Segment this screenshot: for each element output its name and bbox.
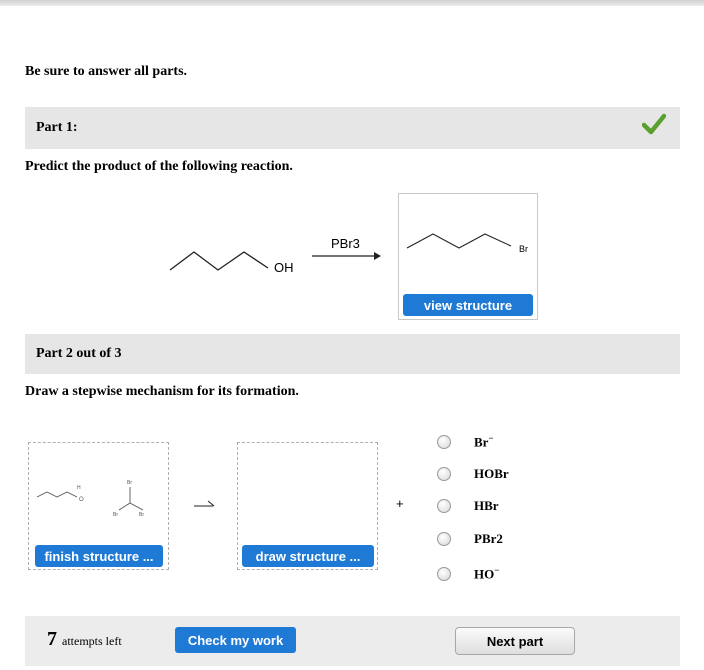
svg-text:Br: Br bbox=[139, 512, 144, 518]
option-hydroxide[interactable]: HO− bbox=[437, 565, 499, 582]
option-pbr2[interactable]: PBr2 bbox=[437, 531, 503, 546]
attempts-text: attempts left bbox=[62, 634, 122, 648]
reagent-label: PBr3 bbox=[331, 236, 360, 251]
checkmark-icon bbox=[642, 113, 666, 135]
view-structure-button[interactable]: view structure bbox=[403, 294, 533, 316]
svg-text:H: H bbox=[77, 485, 81, 491]
plus-sign: + bbox=[396, 496, 404, 511]
part1-label: Part 1: bbox=[36, 120, 78, 135]
top-bar bbox=[0, 0, 704, 6]
option-hbr[interactable]: HBr bbox=[437, 498, 499, 513]
sketch-br-label: Br bbox=[127, 480, 132, 486]
option-pbr2-label: PBr2 bbox=[474, 531, 503, 546]
part2-question: Draw a stepwise mechanism for its format… bbox=[25, 384, 299, 399]
radio-pbr2[interactable] bbox=[437, 532, 451, 546]
reactant-structure bbox=[169, 251, 269, 271]
product-box: Br view structure bbox=[398, 193, 538, 320]
instruction-text: Be sure to answer all parts. bbox=[25, 64, 188, 79]
hydroxyl-label: OH bbox=[274, 260, 294, 275]
option-hobr[interactable]: HOBr bbox=[437, 466, 509, 481]
radio-bromide[interactable] bbox=[437, 435, 451, 449]
footer-bar: 7 attempts left Check my work Next part bbox=[25, 616, 680, 666]
product-structure bbox=[406, 233, 512, 249]
part2-label: Part 2 out of 3 bbox=[36, 346, 122, 361]
svg-text:Br: Br bbox=[113, 512, 118, 518]
option-hobr-label: HOBr bbox=[474, 466, 509, 481]
finish-structure-button[interactable]: finish structure ... bbox=[35, 545, 163, 567]
attempts-counter: 7 attempts left bbox=[47, 628, 122, 651]
mechanism-sketch: O H Br Br Br bbox=[36, 480, 144, 518]
part1-question: Predict the product of the following rea… bbox=[25, 159, 293, 174]
next-part-button[interactable]: Next part bbox=[455, 627, 575, 655]
radio-hydroxide[interactable] bbox=[437, 567, 451, 581]
part1-header: Part 1: bbox=[25, 107, 680, 149]
reaction-arrow-icon bbox=[312, 252, 381, 260]
check-my-work-button[interactable]: Check my work bbox=[175, 627, 296, 653]
radio-hobr[interactable] bbox=[437, 467, 451, 481]
finish-structure-area[interactable]: O H Br Br Br finish structure ... bbox=[28, 442, 169, 570]
svg-text:O: O bbox=[79, 497, 84, 503]
part2-header: Part 2 out of 3 bbox=[25, 334, 680, 374]
option-hbr-label: HBr bbox=[474, 498, 499, 513]
radio-hbr[interactable] bbox=[437, 499, 451, 513]
draw-structure-button[interactable]: draw structure ... bbox=[242, 545, 374, 567]
draw-structure-area[interactable]: draw structure ... bbox=[237, 442, 378, 570]
mechanism-arrow-icon bbox=[194, 500, 215, 507]
option-bromide-label: Br− bbox=[474, 433, 494, 450]
option-bromide[interactable]: Br− bbox=[437, 433, 494, 450]
bromine-label: Br bbox=[519, 244, 528, 254]
option-hydroxide-label: HO− bbox=[474, 565, 500, 582]
attempts-number: 7 bbox=[47, 628, 57, 650]
